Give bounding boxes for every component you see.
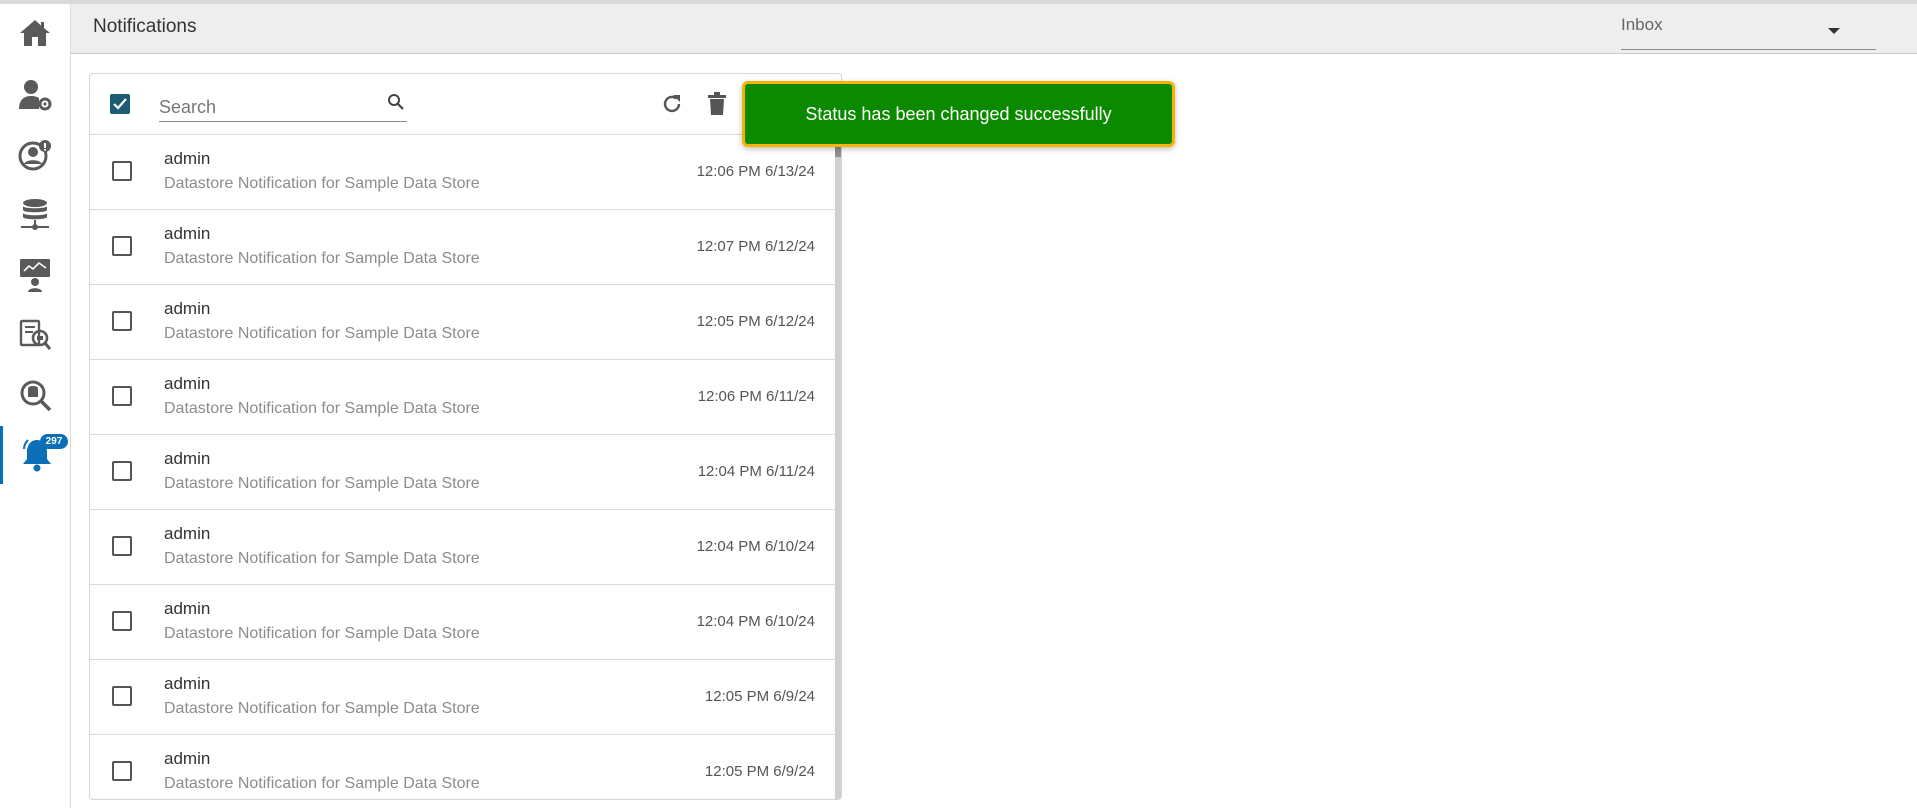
notification-row[interactable]: admin Datastore Notification for Sample D… [90,210,835,285]
folder-select[interactable]: Inbox [1621,10,1876,50]
sidebar-item-data-store[interactable] [0,186,70,244]
row-checkbox[interactable] [112,461,132,481]
list-toolbar [90,74,841,135]
notification-subject: Datastore Notification for Sample Data S… [164,550,480,567]
notification-timestamp: 12:04 PM 6/10/24 [696,613,815,630]
notification-timestamp: 12:04 PM 6/10/24 [696,538,815,555]
row-checkbox[interactable] [112,236,132,256]
notification-row[interactable]: admin Datastore Notification for Sample D… [90,135,835,210]
sidebar-item-user-settings[interactable] [0,66,70,124]
sidebar-item-data-search[interactable] [0,366,70,424]
search-box [159,88,407,122]
sidebar: 297 [0,4,71,808]
select-all-checkbox[interactable] [110,94,130,114]
delete-button[interactable] [702,89,732,119]
notification-row[interactable]: admin Datastore Notification for Sample D… [90,360,835,435]
trash-icon [708,92,726,115]
row-checkbox[interactable] [112,311,132,331]
refresh-button[interactable] [657,89,687,119]
database-network-icon [19,198,51,232]
user-settings-icon [18,79,52,111]
row-checkbox[interactable] [112,536,132,556]
sidebar-item-user-security[interactable] [0,126,70,184]
notification-subject: Datastore Notification for Sample Data S… [164,700,480,717]
notification-row[interactable]: admin Datastore Notification for Sample D… [90,510,835,585]
notification-timestamp: 12:05 PM 6/9/24 [704,688,815,705]
sidebar-item-reports[interactable] [0,306,70,364]
row-checkbox[interactable] [112,686,132,706]
row-checkbox[interactable] [112,611,132,631]
notification-timestamp: 12:06 PM 6/11/24 [697,388,815,405]
list-scrollbar[interactable] [835,147,841,799]
notifications-panel: admin Datastore Notification for Sample D… [89,73,842,800]
notification-row[interactable]: admin Datastore Notification for Sample D… [90,285,835,360]
notification-sender: admin [164,749,211,768]
notification-subject: Datastore Notification for Sample Data S… [164,325,480,342]
sidebar-item-dashboard[interactable] [0,246,70,304]
notification-subject: Datastore Notification for Sample Data S… [164,625,480,642]
search-input[interactable] [159,94,379,120]
success-toast: Status has been changed successfully [742,81,1175,147]
search-icon[interactable] [387,93,405,116]
notification-sender: admin [164,599,211,618]
row-checkbox[interactable] [112,761,132,781]
sidebar-item-notifications[interactable]: 297 [0,426,70,484]
notification-sender: admin [164,299,211,318]
home-icon [18,18,52,48]
notification-timestamp: 12:07 PM 6/12/24 [696,238,815,255]
notification-subject: Datastore Notification for Sample Data S… [164,775,480,792]
notification-sender: admin [164,374,211,393]
toast-message: Status has been changed successfully [805,103,1112,124]
notification-sender: admin [164,524,211,543]
notification-list: admin Datastore Notification for Sample D… [90,135,841,799]
check-icon [113,98,127,110]
notification-sender: admin [164,149,211,168]
notification-timestamp: 12:05 PM 6/12/24 [696,313,815,330]
data-search-icon [18,378,52,412]
notification-row[interactable]: admin Datastore Notification for Sample D… [90,660,835,735]
notification-sender: admin [164,449,211,468]
user-security-icon [18,139,52,171]
notification-subject: Datastore Notification for Sample Data S… [164,175,480,192]
refresh-icon [663,95,681,113]
notification-timestamp: 12:04 PM 6/11/24 [697,463,815,480]
notification-subject: Datastore Notification for Sample Data S… [164,400,480,417]
row-checkbox[interactable] [112,386,132,406]
notification-row[interactable]: admin Datastore Notification for Sample D… [90,435,835,510]
notification-row[interactable]: admin Datastore Notification for Sample D… [90,735,835,799]
notification-count-badge: 297 [40,434,68,449]
caret-down-icon [1828,28,1840,34]
page-title: Notifications [93,16,197,37]
page-header: Notifications Inbox [71,4,1917,54]
dashboard-presenter-icon [18,257,52,293]
notification-row[interactable]: admin Datastore Notification for Sample D… [90,585,835,660]
notification-timestamp: 12:05 PM 6/9/24 [704,763,815,780]
notification-subject: Datastore Notification for Sample Data S… [164,250,480,267]
notification-sender: admin [164,674,211,693]
scrollbar-thumb[interactable] [835,147,841,157]
notification-timestamp: 12:06 PM 6/13/24 [696,163,815,180]
notification-sender: admin [164,224,211,243]
row-checkbox[interactable] [112,161,132,181]
folder-select-value: Inbox [1621,15,1663,34]
sidebar-item-home[interactable] [0,4,70,62]
report-search-icon [18,318,52,352]
notification-subject: Datastore Notification for Sample Data S… [164,475,480,492]
